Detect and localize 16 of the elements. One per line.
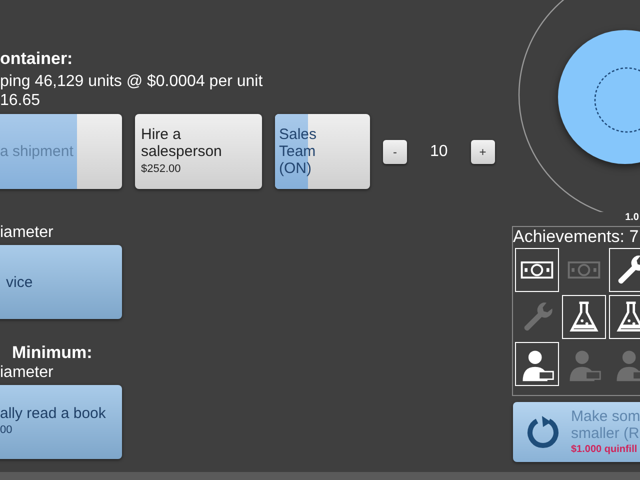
section-subheading: iameter [0,363,54,383]
action-button[interactable]: Hire a salesperson $252.00 [135,114,262,189]
plus-button[interactable]: + [470,140,495,164]
shipping-info: ping 46,129 units @ $0.0004 per unit [0,72,264,92]
size-label: 1.0 [624,212,640,224]
section-heading: ontainer: [0,48,74,70]
section-heading: Minimum: [12,343,94,363]
refresh-icon [525,414,561,450]
section-subheading: iameter [0,223,54,243]
upgrade-button[interactable]: ally read a book 00 [0,385,122,459]
minus-button[interactable]: - [383,140,407,164]
quantity-value: 10 [430,142,448,162]
shipping-total: 16.65 [0,92,42,110]
upgrade-button[interactable]: vice [0,245,122,319]
achievements-title: Achievements: 7. [513,227,640,247]
minimum-ring [594,67,640,133]
